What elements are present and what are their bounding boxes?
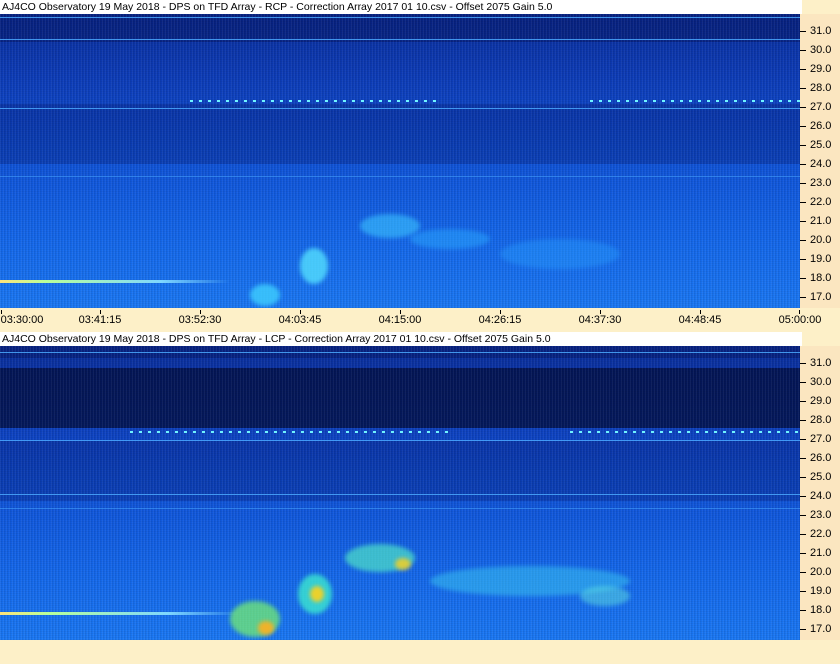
rcp-frequency-axis: 31.0 30.0 29.0 28.0 27.0 26.0 25.0 24.0 … (800, 14, 840, 308)
freq-label: 25.0 (810, 139, 832, 151)
lcp-frequency-axis: 31.0 30.0 29.0 28.0 27.0 26.0 25.0 24.0 … (800, 346, 840, 640)
freq-label: 27.0 (810, 101, 832, 113)
freq-label: 30.0 (810, 376, 832, 388)
freq-label: 18.0 (810, 272, 832, 284)
freq-label: 17.0 (810, 291, 832, 303)
freq-label: 31.0 (810, 357, 832, 369)
freq-label: 24.0 (810, 490, 832, 502)
freq-label: 22.0 (810, 196, 832, 208)
rcp-panel-title: AJ4CO Observatory 19 May 2018 - DPS on T… (0, 0, 802, 14)
freq-label: 21.0 (810, 547, 832, 559)
freq-label: 20.0 (810, 566, 832, 578)
freq-label: 26.0 (810, 120, 832, 132)
freq-label: 27.0 (810, 433, 832, 445)
time-label: 05:00:00 (778, 314, 822, 326)
freq-label: 17.0 (810, 623, 832, 635)
freq-label: 18.0 (810, 604, 832, 616)
freq-label: 25.0 (810, 471, 832, 483)
time-label: 04:15:00 (378, 314, 422, 326)
bottom-status-strip (0, 640, 840, 664)
freq-label: 23.0 (810, 177, 832, 189)
freq-label: 28.0 (810, 414, 832, 426)
lcp-panel-title: AJ4CO Observatory 19 May 2018 - DPS on T… (0, 332, 802, 346)
freq-label: 29.0 (810, 63, 832, 75)
freq-label: 26.0 (810, 452, 832, 464)
freq-label: 24.0 (810, 158, 832, 170)
freq-label: 19.0 (810, 253, 832, 265)
freq-label: 31.0 (810, 25, 832, 37)
freq-label: 22.0 (810, 528, 832, 540)
time-label: 04:26:15 (478, 314, 522, 326)
freq-label: 28.0 (810, 82, 832, 94)
time-label: 03:52:30 (178, 314, 222, 326)
freq-label: 19.0 (810, 585, 832, 597)
lcp-spectrogram[interactable] (0, 346, 800, 640)
rcp-spectrogram[interactable] (0, 14, 800, 308)
freq-label: 30.0 (810, 44, 832, 56)
time-label: 03:30:00 (0, 314, 44, 326)
freq-label: 29.0 (810, 395, 832, 407)
time-label: 04:37:30 (578, 314, 622, 326)
time-label: 04:03:45 (278, 314, 322, 326)
freq-label: 20.0 (810, 234, 832, 246)
time-axis: 03:30:00 03:41:15 03:52:30 04:03:45 04:1… (0, 310, 840, 328)
time-label: 04:48:45 (678, 314, 722, 326)
freq-label: 21.0 (810, 215, 832, 227)
time-label: 03:41:15 (78, 314, 122, 326)
freq-label: 23.0 (810, 509, 832, 521)
